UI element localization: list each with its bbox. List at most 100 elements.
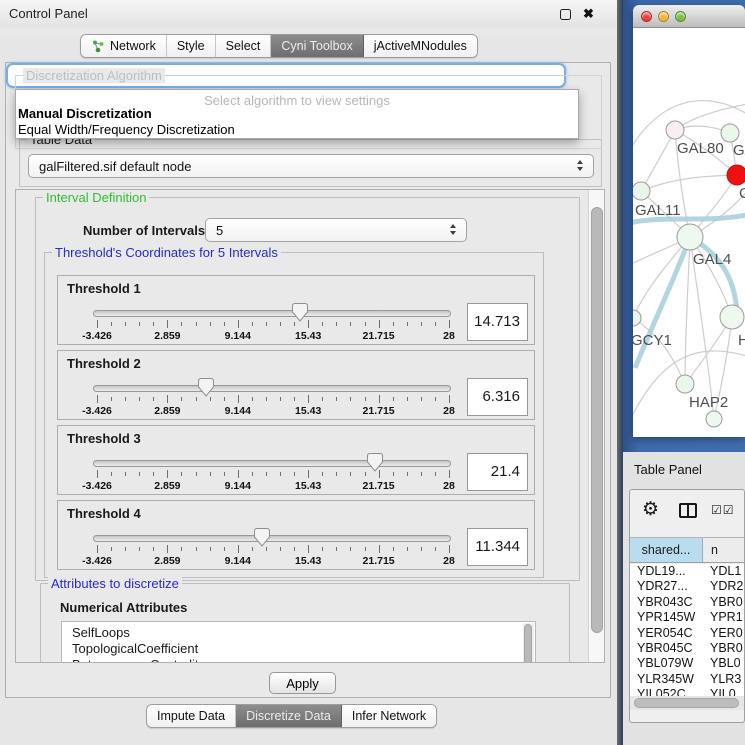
slider-track[interactable] (93, 385, 451, 392)
num-intervals-value: 5 (216, 223, 223, 238)
tick-mark (379, 395, 380, 403)
threshold-1-slider[interactable]: -3.4262.8599.14415.4321.71528 (93, 300, 451, 344)
column-header-name[interactable]: n (703, 538, 745, 562)
attribute-list-item[interactable]: TopologicalCoefficient (62, 641, 535, 657)
tab-style[interactable]: Style (167, 35, 216, 57)
table-data-combobox[interactable]: galFiltered.sif default node (28, 154, 594, 178)
tick-mark (407, 397, 408, 401)
threshold-3-value-field[interactable]: 21.4 (467, 453, 528, 491)
scrollbar-thumb[interactable] (591, 207, 603, 633)
tick-mark (407, 472, 408, 476)
list-vertical-scrollbar[interactable] (523, 623, 534, 663)
graph-node[interactable] (706, 411, 722, 427)
graph-node[interactable] (720, 305, 744, 329)
slider-thumb[interactable] (198, 378, 214, 397)
threshold-2-slider[interactable]: -3.4262.8599.14415.4321.71528 (93, 375, 451, 419)
tick-mark (379, 545, 380, 553)
graph-node[interactable] (633, 310, 641, 326)
slider-tick-labels: -3.4262.8599.14415.4321.71528 (93, 330, 451, 342)
table-row[interactable]: YDR27...YDR2 (630, 579, 745, 594)
attribute-list-item[interactable]: SelfLoops (62, 625, 535, 641)
table-row[interactable]: YBR045CYBR0 (630, 641, 745, 656)
table-cell: YDR2 (703, 579, 745, 594)
minimize-traffic-light-icon[interactable] (658, 11, 669, 22)
threshold-1-value-field[interactable]: 14.713 (467, 303, 528, 341)
tick-mark (322, 547, 323, 551)
attributes-group: Attributes to discretize Numerical Attri… (40, 583, 570, 663)
tab-infer-network[interactable]: Infer Network (342, 705, 436, 727)
table-row[interactable]: YBR043CYBR0 (630, 595, 745, 610)
slider-track[interactable] (93, 535, 451, 542)
slider-thumb[interactable] (292, 303, 308, 322)
tick-mark (322, 322, 323, 326)
tick-mark (449, 470, 450, 478)
graph-node[interactable] (676, 375, 694, 393)
graph-node-label: GAL80 (677, 140, 724, 157)
tab-impute-data[interactable]: Impute Data (147, 705, 236, 727)
network-graph[interactable]: GAL80GACGAL11GAL4GCY1HHAP2 (633, 28, 745, 437)
tick-mark (266, 547, 267, 551)
tab-select[interactable]: Select (216, 35, 272, 57)
tick-mark (181, 472, 182, 476)
gear-icon[interactable]: ⚙ (642, 498, 659, 521)
num-intervals-combobox[interactable]: 5 (205, 218, 467, 242)
graph-edge (685, 237, 690, 384)
settings-vertical-scrollbar[interactable] (588, 190, 605, 663)
tick-label: 15.43 (295, 480, 321, 492)
tick-mark (336, 472, 337, 476)
tab-network[interactable]: Network (81, 35, 167, 57)
attribute-list-item[interactable]: BetweennessCentrality (62, 657, 535, 663)
tick-mark (266, 322, 267, 326)
tick-label: 2.859 (154, 405, 180, 417)
threshold-4-slider[interactable]: -3.4262.8599.14415.4321.71528 (93, 525, 451, 569)
tick-mark (252, 547, 253, 551)
table-row[interactable]: YIL052CYIL0 (630, 687, 745, 696)
tick-label: 21.715 (363, 330, 395, 342)
close-traffic-light-icon[interactable] (641, 11, 652, 22)
scrollbar-thumb[interactable] (634, 698, 739, 708)
threshold-4-value-field[interactable]: 11.344 (467, 528, 528, 566)
threshold-2-value-field[interactable]: 6.316 (467, 378, 528, 416)
slider-track[interactable] (93, 310, 451, 317)
table-row[interactable]: YLR345WYLR3 (630, 672, 745, 687)
graph-node[interactable] (633, 182, 650, 200)
graph-node[interactable] (677, 224, 703, 250)
threshold-3-slider[interactable]: -3.4262.8599.14415.4321.71528 (93, 450, 451, 494)
graph-node[interactable] (727, 165, 745, 185)
algorithm-dropdown-popup: Select algorithm to view settings Manual… (15, 89, 579, 139)
tab-jactivemnodules[interactable]: jActiveMNodules (364, 35, 477, 57)
slider-ticks (93, 470, 451, 479)
tick-mark (210, 397, 211, 401)
zoom-traffic-light-icon[interactable] (675, 11, 686, 22)
tick-label: 9.144 (225, 555, 251, 567)
tick-mark (393, 547, 394, 551)
apply-button[interactable]: Apply (269, 672, 336, 694)
numerical-attributes-list[interactable]: SelfLoopsTopologicalCoefficientBetweenne… (61, 621, 536, 663)
table-row[interactable]: YPR145WYPR1 (630, 610, 745, 625)
tick-label: -3.426 (82, 405, 112, 417)
table-row[interactable]: YBL079WYBL0 (630, 656, 745, 671)
table-row[interactable]: YER054CYER0 (630, 626, 745, 641)
slider-track[interactable] (93, 460, 451, 467)
tick-mark (210, 472, 211, 476)
tick-mark (322, 397, 323, 401)
slider-thumb[interactable] (254, 528, 270, 547)
slider-thumb[interactable] (367, 453, 383, 472)
network-window-titlebar[interactable] (633, 5, 745, 28)
split-columns-icon[interactable] (679, 503, 697, 518)
table-horizontal-scrollbar[interactable] (630, 696, 745, 710)
tick-mark (181, 397, 182, 401)
tab-discretize-data[interactable]: Discretize Data (236, 705, 342, 727)
float-window-icon[interactable] (560, 9, 571, 20)
close-window-icon[interactable]: ✖ (583, 6, 594, 22)
column-header-shared-name[interactable]: shared... (630, 538, 703, 562)
popup-option-equal-width-frequency[interactable]: Equal Width/Frequency Discretization (18, 122, 569, 137)
checkbox-icons[interactable]: ☑☑ (711, 503, 735, 517)
table-row[interactable]: YDL19...YDL1 (630, 564, 745, 579)
tick-mark (421, 397, 422, 401)
table-cell: YIL0 (703, 687, 745, 696)
tab-cyni-toolbox[interactable]: Cyni Toolbox (271, 35, 363, 57)
popup-option-manual-discretization[interactable]: Manual Discretization (18, 106, 569, 121)
graph-node[interactable] (666, 121, 684, 139)
tick-label: 28 (443, 480, 455, 492)
